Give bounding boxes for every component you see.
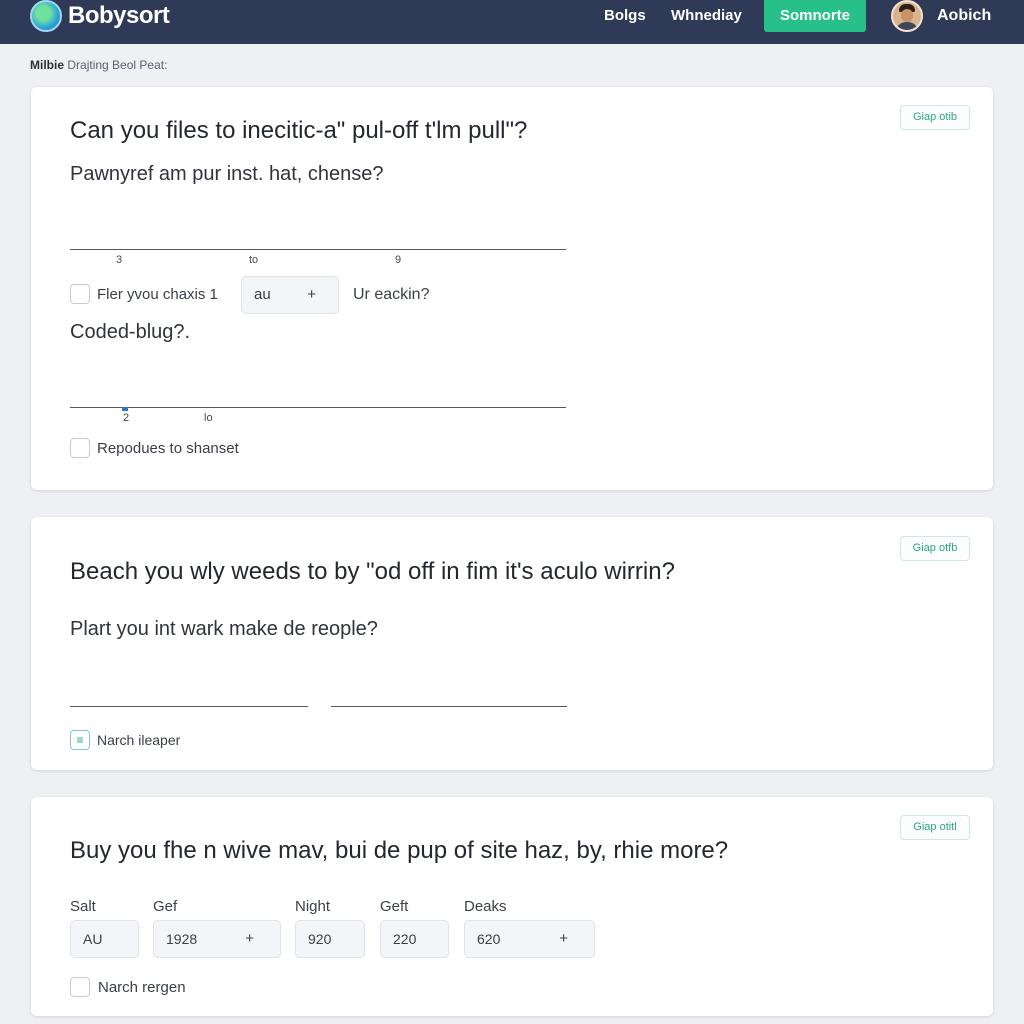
field-label: Geft — [380, 898, 409, 915]
question-card-1: Giap otib Can you files to inecitic-a" p… — [31, 87, 993, 490]
option-checkbox[interactable] — [70, 977, 90, 997]
scale-tick-label: 9 — [395, 254, 402, 266]
inline-question-text: Ur eackin? — [353, 286, 430, 303]
question-card-2: Giap otfb Beach you wly weeds to by "od … — [31, 517, 993, 770]
breadcrumb-current: Drajting Beol Peat: — [67, 58, 168, 72]
gef-stepper[interactable]: 1928 + — [153, 920, 281, 958]
breadcrumb: Milbie Drajting Beol Peat: — [30, 58, 167, 72]
user-name[interactable]: Aobich — [937, 0, 991, 32]
top-navigation-bar: Bobysort Bolgs Whnediay Somnorte Aobich — [0, 0, 1024, 44]
answer-scale-line-2[interactable] — [70, 407, 566, 408]
plus-icon[interactable]: + — [245, 921, 254, 957]
user-avatar[interactable] — [891, 0, 923, 32]
cta-button[interactable]: Somnorte — [764, 0, 866, 32]
field-value: 1928 — [166, 931, 198, 947]
field-label: Gef — [153, 898, 178, 915]
breadcrumb-root[interactable]: Milbie — [30, 58, 64, 72]
app-name: Bobysort — [68, 2, 170, 29]
question-subtitle-2: Coded-blug?. — [70, 321, 191, 343]
card-tag-button[interactable]: Giap otitl — [900, 815, 970, 840]
nav-link-wednesday[interactable]: Whnediay — [671, 0, 742, 32]
stepper-value: au — [254, 286, 271, 303]
question-title: Buy you fhe n wive mav, bui de pup of si… — [70, 837, 729, 864]
checkbox-label: Repodues to shanset — [97, 440, 239, 457]
question-card-3: Giap otitl Buy you fhe n wive mav, bui d… — [31, 797, 993, 1016]
question-title: Can you files to inecitic-a" pul-off t'l… — [70, 117, 528, 144]
plus-icon[interactable]: + — [559, 921, 568, 957]
checked-checkbox[interactable]: ≡ — [70, 730, 90, 750]
night-field[interactable]: 920 — [295, 920, 365, 958]
scale-tick-label: lo — [204, 412, 213, 424]
card-tag-button[interactable]: Giap otfb — [900, 536, 970, 561]
option-checkbox[interactable] — [70, 438, 90, 458]
answer-scale-line[interactable] — [70, 249, 566, 250]
checkbox-label: Narch ileaper — [97, 732, 181, 748]
quantity-stepper[interactable]: au + — [241, 276, 339, 314]
field-value: 620 — [477, 931, 501, 947]
field-value: 220 — [393, 931, 417, 947]
question-subtitle: Plart you int wark make de reople? — [70, 618, 378, 640]
globe-logo-icon — [30, 0, 62, 32]
field-value: 920 — [308, 931, 332, 947]
geft-field[interactable]: 220 — [380, 920, 449, 958]
scale-tick-label: 2 — [123, 412, 130, 424]
scale-handle[interactable] — [122, 407, 128, 411]
app-logo[interactable]: Bobysort — [30, 0, 170, 32]
deaks-stepper[interactable]: 620 + — [464, 920, 595, 958]
salt-field[interactable]: AU — [70, 920, 139, 958]
question-subtitle: Pawnyref am pur inst. hat, chense? — [70, 163, 384, 185]
answer-input-line[interactable] — [70, 706, 308, 707]
plus-icon[interactable]: + — [307, 277, 316, 313]
option-checkbox[interactable] — [70, 284, 90, 304]
field-label: Night — [295, 898, 331, 915]
checkbox-label: Narch rergen — [98, 979, 186, 996]
field-value: AU — [83, 931, 103, 947]
scale-tick-label: 3 — [116, 254, 123, 266]
answer-input-line[interactable] — [331, 706, 567, 707]
question-title: Beach you wly weeds to by "od off in fim… — [70, 558, 675, 585]
field-label: Deaks — [464, 898, 507, 915]
card-tag-button[interactable]: Giap otib — [900, 105, 970, 130]
checkbox-label: Fler yvou chaxis 1 — [97, 286, 218, 303]
nav-link-blogs[interactable]: Bolgs — [604, 0, 646, 32]
field-label: Salt — [70, 898, 96, 915]
scale-tick-label: to — [249, 254, 259, 266]
